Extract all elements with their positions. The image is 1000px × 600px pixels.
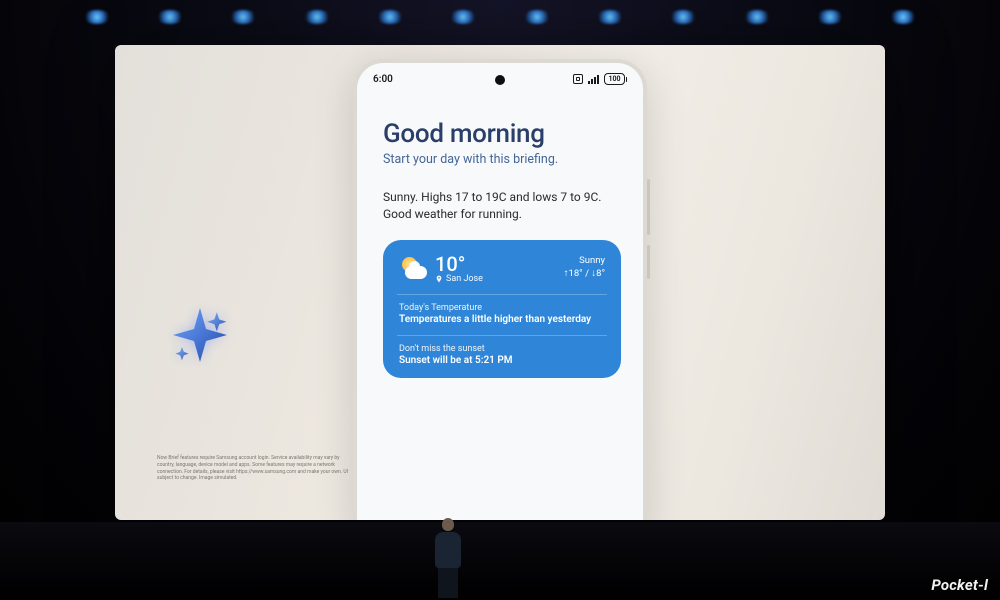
- current-temperature: 10°: [435, 254, 483, 274]
- status-icon: [573, 74, 583, 84]
- stage-floor: [0, 522, 1000, 600]
- location-pin-icon: [435, 275, 443, 283]
- condition-text: Sunny: [564, 254, 605, 267]
- ceiling-lights: [0, 0, 1000, 45]
- card-section-label: Don't miss the sunset: [399, 344, 605, 354]
- weather-sun-cloud-icon: [399, 255, 427, 283]
- card-section-body: Temperatures a little higher than yester…: [399, 314, 605, 325]
- greeting-subtitle: Start your day with this briefing.: [383, 152, 621, 167]
- weather-summary: Sunny. Highs 17 to 19C and lows 7 to 9C.…: [383, 189, 621, 224]
- signal-icon: [588, 75, 599, 84]
- volume-button: [647, 179, 650, 235]
- high-low-text: ↑18° / ↓8°: [564, 267, 605, 280]
- location-text: San Jose: [446, 274, 483, 284]
- card-section-body: Sunset will be at 5:21 PM: [399, 355, 605, 366]
- watermark-text: Pocket-l: [931, 576, 988, 594]
- card-section-label: Today's Temperature: [399, 303, 605, 313]
- disclaimer-text: Now Brief features require Samsung accou…: [157, 455, 352, 482]
- presenter-silhouette: [430, 518, 466, 598]
- battery-icon: 100: [604, 73, 624, 85]
- greeting-title: Good morning: [383, 119, 621, 149]
- phone-mock: 6:00 100 Good morning Start yo: [353, 59, 647, 520]
- projection-screen: Now Brief features require Samsung accou…: [115, 45, 885, 520]
- camera-punch-hole: [495, 75, 505, 85]
- clock: 6:00: [373, 74, 393, 85]
- sparkle-icon: [170, 305, 230, 365]
- power-button: [647, 245, 650, 279]
- weather-card[interactable]: 10° San Jose Sunny ↑: [383, 240, 621, 378]
